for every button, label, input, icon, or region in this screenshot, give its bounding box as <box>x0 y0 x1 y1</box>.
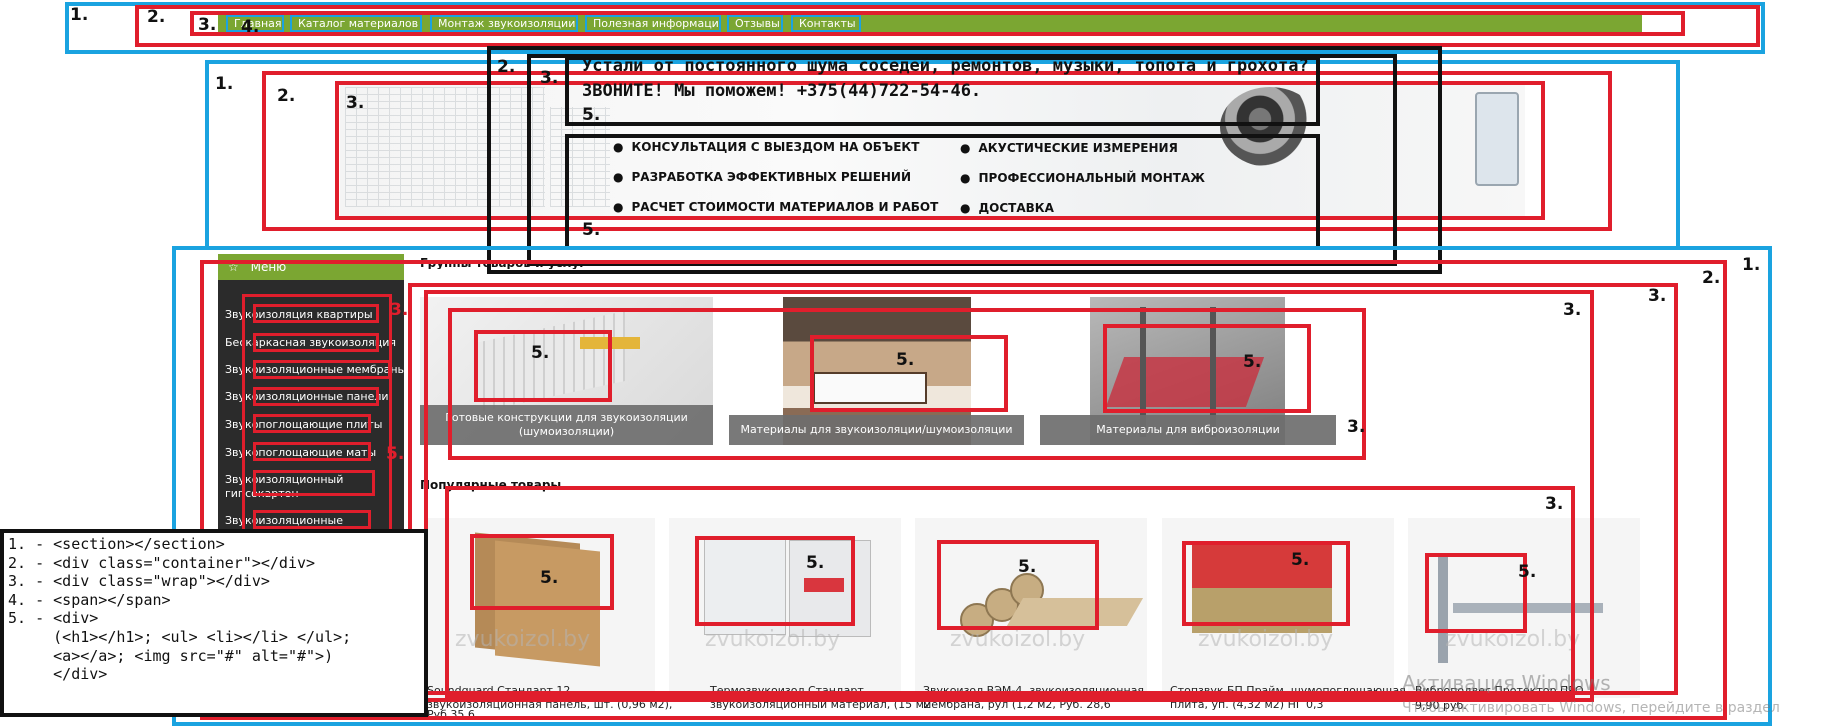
label-2: 2. <box>1702 268 1721 288</box>
banner-headline: Устали от постоянного шума соседей, ремо… <box>582 56 1309 76</box>
nav-item[interactable]: Каталог материалов▾ <box>290 15 422 32</box>
label-5: 5. <box>1291 550 1310 570</box>
nav-item-label: Полезная информация <box>593 17 721 30</box>
element-outline <box>810 335 1008 412</box>
label-5: 5. <box>540 568 559 588</box>
service-item: АКУСТИЧЕСКИЕ ИЗМЕРЕНИЯ <box>960 141 1177 155</box>
banner-phone-call[interactable]: ЗВОНИТЕ! Мы поможем! +375(44)722-54-46. <box>582 81 981 101</box>
nav-item-label: Отзывы <box>735 17 780 30</box>
legend-line: 1. - <section></section> <box>8 535 225 553</box>
label-5: 5. <box>582 220 601 240</box>
legend-line: 5. - <div> <box>8 609 99 628</box>
label-3: 3. <box>1545 494 1564 514</box>
service-item: РАСЧЕТ СТОИМОСТИ МАТЕРИАЛОВ И РАБОТ <box>613 200 938 214</box>
label-5: 5. <box>1243 352 1262 372</box>
label-3: 3. <box>540 68 559 88</box>
label-2: 2. <box>497 57 516 77</box>
legend-line: 4. - <span></span> <box>8 590 171 609</box>
label-3: 3. <box>198 15 217 35</box>
service-item: ПРОФЕССИОНАЛЬНЫЙ МОНТАЖ <box>960 171 1204 185</box>
element-outline <box>937 540 1099 630</box>
element-outline <box>1103 324 1311 413</box>
label-1: 1. <box>215 74 234 94</box>
label-3: 3. <box>1648 286 1667 306</box>
label-5: 5. <box>896 350 915 370</box>
label-1: 1. <box>70 5 89 25</box>
label-5: 5. <box>582 105 601 125</box>
nav-item-label: Каталог материалов <box>298 17 419 30</box>
legend-box: 1. - <section></section> 2. - <div class… <box>0 529 428 717</box>
label-3: 3. <box>1347 417 1366 437</box>
service-item: КОНСУЛЬТАЦИЯ С ВЫЕЗДОМ НА ОБЪЕКТ <box>613 140 919 154</box>
nav-item[interactable]: Полезная информация <box>585 15 721 32</box>
element-outline <box>695 536 855 626</box>
nav-item[interactable]: Контакты <box>791 15 861 32</box>
legend-line: (<h1></h1>; <ul> <li></li> </ul>; <box>8 627 352 646</box>
nav-item-label: Монтаж звукоизоляции <box>438 17 576 30</box>
label-4: 4. <box>241 17 260 37</box>
service-item: РАЗРАБОТКА ЭФФЕКТИВНЫХ РЕШЕНИЙ <box>613 170 911 184</box>
label-5: 5. <box>806 553 825 573</box>
legend-line: 3. - <div class="wrap"></div> <box>8 572 270 591</box>
nav-item[interactable]: Монтаж звукоизоляции▾ <box>430 15 578 32</box>
legend-line: <a></a>; <img src="#" alt="#">) <box>8 646 334 665</box>
activation-title: Активация Windows <box>1402 671 1611 695</box>
nav-item[interactable]: Отзывы <box>727 15 783 32</box>
label-1: 1. <box>1742 255 1761 275</box>
element-outline <box>1182 541 1350 626</box>
label-5: 5. <box>1518 562 1537 582</box>
activation-text: Чтобы активировать Windows, перейдите в … <box>1402 700 1780 716</box>
element-outline <box>474 330 612 402</box>
label-3: 3. <box>1563 300 1582 320</box>
label-2: 2. <box>277 86 296 106</box>
label-3: 3. <box>346 93 365 113</box>
element-outline <box>1425 553 1527 633</box>
label-5: 5. <box>531 343 550 363</box>
nav-item-label: Контакты <box>799 17 856 30</box>
service-item: ДОСТАВКА <box>960 201 1053 215</box>
legend-line: </div> <box>8 665 108 684</box>
legend-line: 2. - <div class="container"></div> <box>8 553 316 572</box>
label-5: 5. <box>1018 557 1037 577</box>
label-2: 2. <box>147 7 166 27</box>
